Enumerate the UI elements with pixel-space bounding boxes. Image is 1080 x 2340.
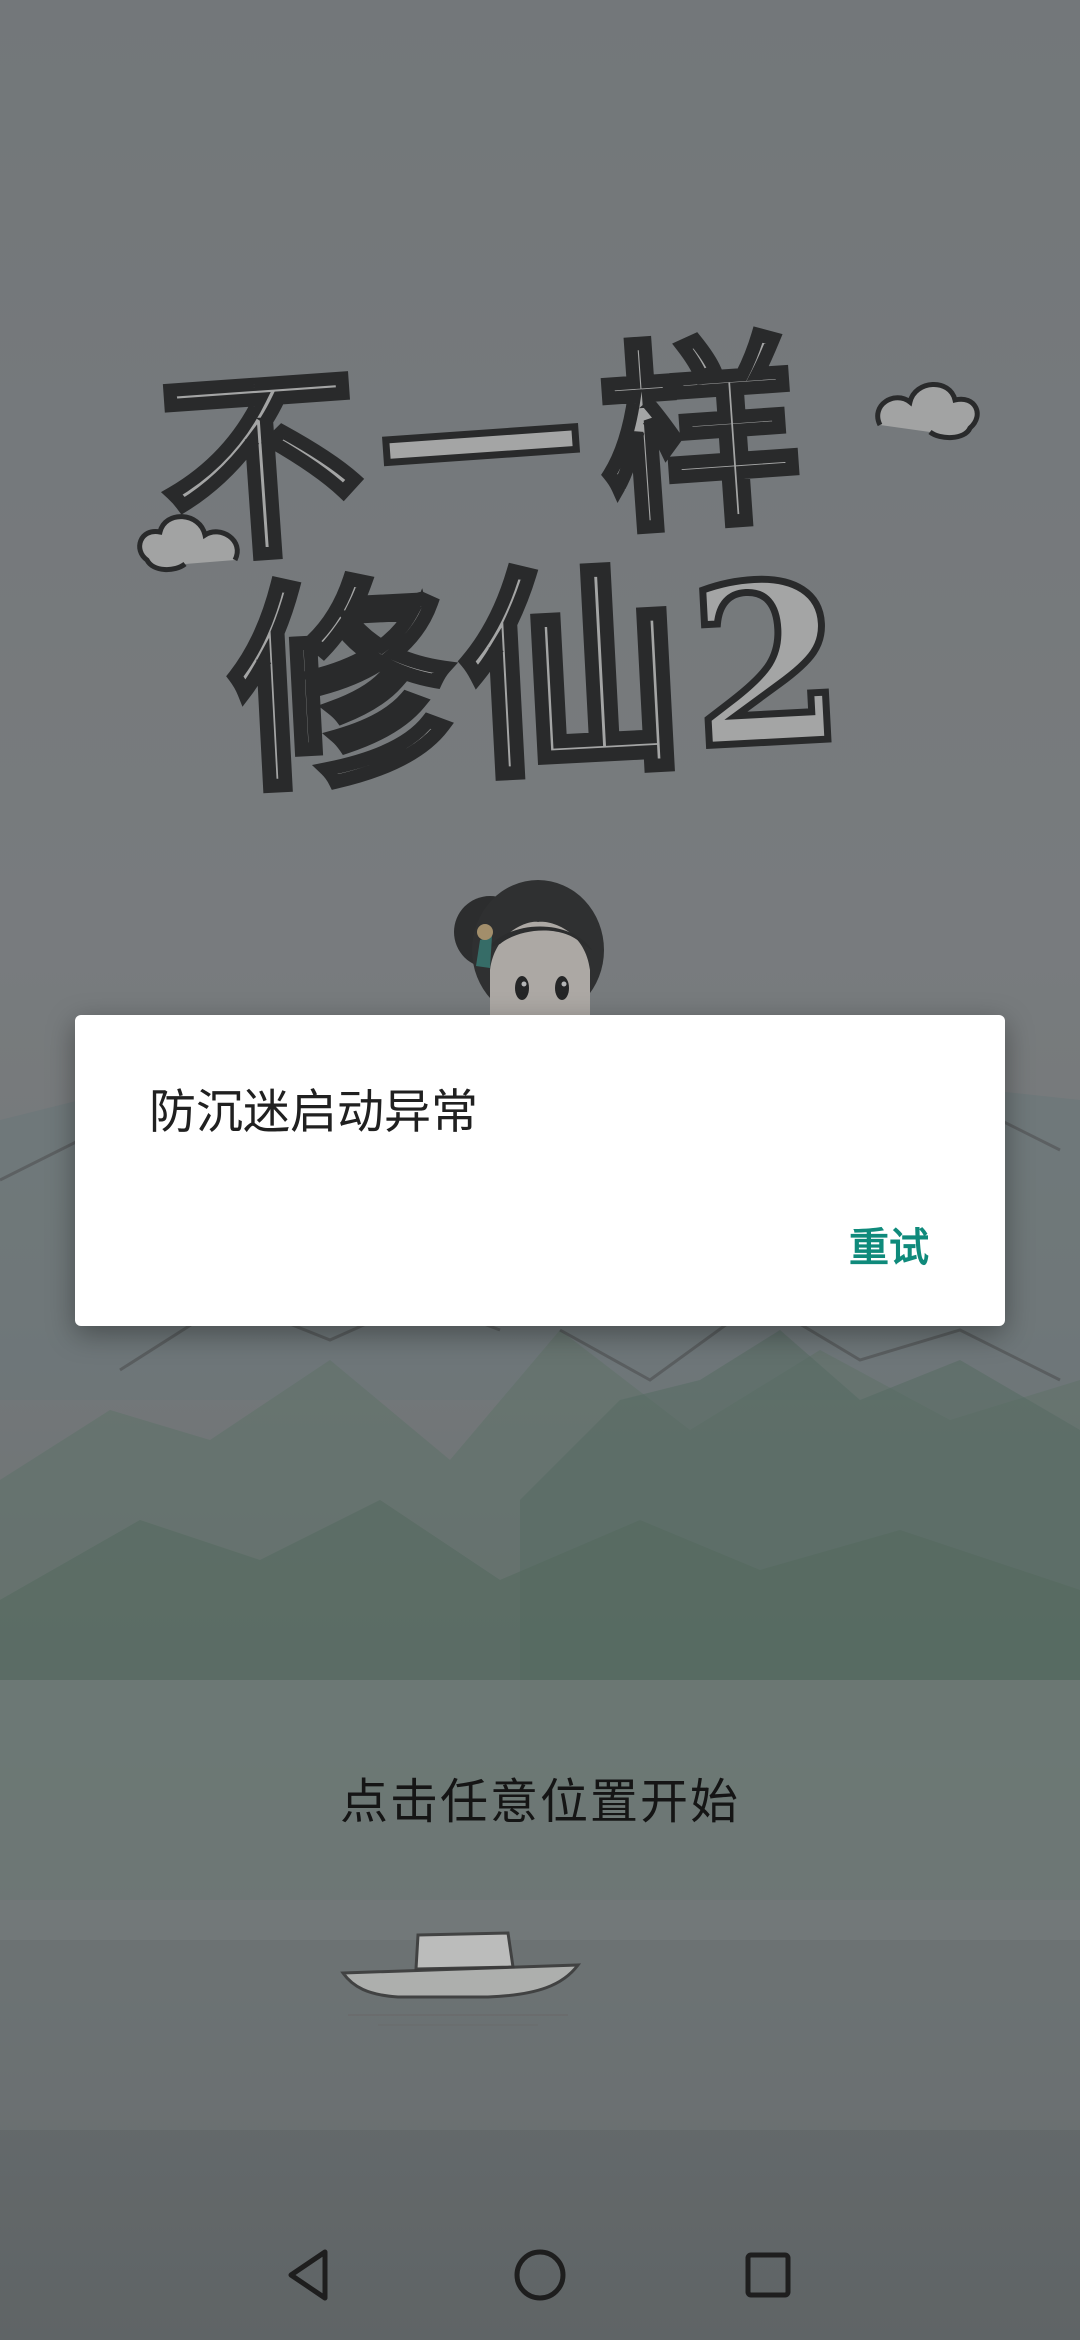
dialog-message: 防沉迷启动异常 <box>149 1085 478 1140</box>
nav-home-button[interactable] <box>505 2240 575 2310</box>
anti-addiction-error-dialog: 防沉迷启动异常 重试 <box>75 1015 1005 1326</box>
nav-back-button[interactable] <box>273 2240 343 2310</box>
boat-illustration <box>340 1931 582 2026</box>
nav-recents-button[interactable] <box>733 2240 803 2310</box>
tap-to-start-label[interactable]: 点击任意位置开始 <box>0 1762 1080 1832</box>
retry-button[interactable]: 重试 <box>841 1211 937 1277</box>
system-navigation-bar <box>0 2210 1080 2340</box>
square-recents-icon <box>745 2252 791 2298</box>
triangle-back-icon <box>288 2249 328 2301</box>
game-launch-screen[interactable]: 不一样 修仙2 点击任意位置开始 防沉迷启动异常 重试 <box>0 0 1080 2340</box>
circle-home-icon <box>514 2249 566 2301</box>
